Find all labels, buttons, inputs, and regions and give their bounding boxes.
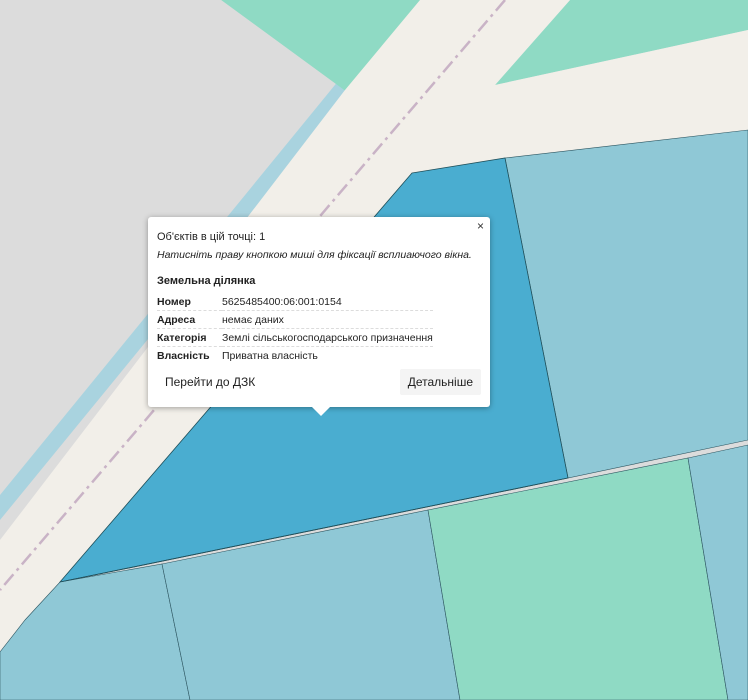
- table-row: Власність Приватна власність: [157, 347, 433, 365]
- table-row: Категорія Землі сільськогосподарського п…: [157, 328, 433, 347]
- attr-value: немає даних: [222, 310, 433, 329]
- object-type-title: Земельна ділянка: [157, 275, 256, 287]
- objects-count-text: Об'єктів в цій точці: 1: [157, 231, 266, 243]
- attr-value: Приватна власність: [222, 350, 318, 362]
- feature-info-popup: × Об'єктів в цій точці: 1 Натисніть прав…: [148, 217, 490, 416]
- attributes-table: Номер 5625485400:06:001:0154 Адреса нема…: [157, 293, 433, 364]
- popup-pointer: [312, 407, 330, 416]
- close-icon[interactable]: ×: [477, 220, 484, 232]
- attr-key: Адреса: [157, 310, 222, 329]
- go-to-dzk-button[interactable]: Перейти до ДЗК: [157, 369, 264, 395]
- attr-value: 5625485400:06:001:0154: [222, 293, 433, 311]
- pin-popup-hint: Натисніть праву кнопкою миші для фіксаці…: [157, 249, 472, 261]
- attr-value: Землі сільськогосподарського призначення: [222, 328, 433, 347]
- attr-key: Власність: [157, 350, 210, 362]
- attr-key: Категорія: [157, 328, 222, 347]
- table-row: Адреса немає даних: [157, 310, 433, 329]
- table-row: Номер 5625485400:06:001:0154: [157, 293, 433, 311]
- attr-key: Номер: [157, 293, 222, 311]
- details-button[interactable]: Детальніше: [399, 369, 481, 395]
